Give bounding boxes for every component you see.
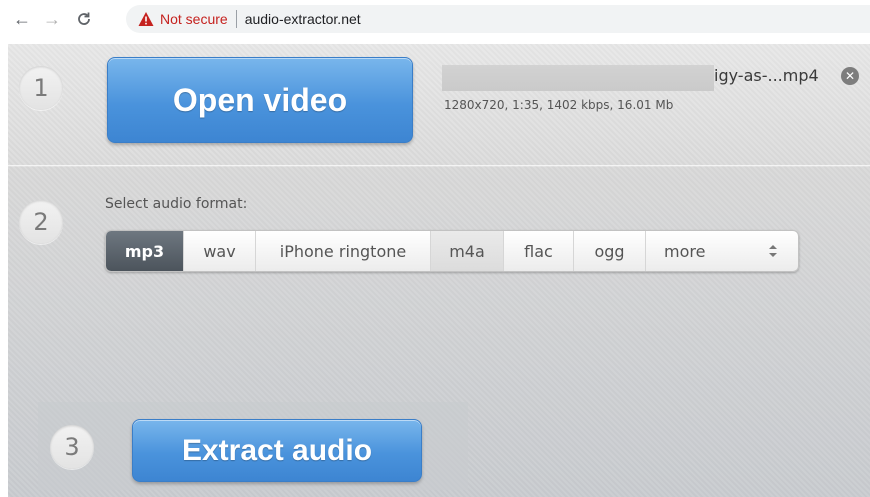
format-flac[interactable]: flac bbox=[504, 231, 574, 271]
browser-toolbar: ← → Not secure audio-extractor.net bbox=[0, 0, 870, 38]
extract-audio-button[interactable]: Extract audio bbox=[132, 419, 422, 482]
format-selector: mp3 wav iPhone ringtone m4a flac ogg mor… bbox=[105, 230, 799, 272]
forward-arrow-icon[interactable]: → bbox=[40, 7, 64, 31]
warning-icon bbox=[138, 12, 154, 26]
format-more-select[interactable]: more bbox=[646, 231, 798, 271]
format-mp3[interactable]: mp3 bbox=[106, 231, 184, 271]
format-iphone-ringtone[interactable]: iPhone ringtone bbox=[256, 231, 431, 271]
open-video-button[interactable]: Open video bbox=[107, 57, 413, 143]
step1-number: 1 bbox=[19, 66, 63, 110]
format-ogg[interactable]: ogg bbox=[574, 231, 646, 271]
not-secure-label[interactable]: Not secure bbox=[160, 11, 228, 27]
back-arrow-icon[interactable]: ← bbox=[10, 7, 34, 31]
address-bar[interactable]: Not secure audio-extractor.net bbox=[126, 5, 870, 33]
format-m4a[interactable]: m4a bbox=[431, 231, 504, 271]
step3-number: 3 bbox=[50, 425, 94, 469]
select-format-label: Select audio format: bbox=[105, 196, 248, 212]
page-content: 1 Open video igy-as-...mp4 ✕ 1280x720, 1… bbox=[8, 44, 870, 497]
step2-number: 2 bbox=[19, 200, 63, 244]
file-meta: 1280x720, 1:35, 1402 kbps, 16.01 Mb bbox=[444, 98, 674, 112]
updown-arrows-icon bbox=[768, 244, 778, 258]
step1-section: 1 Open video igy-as-...mp4 ✕ 1280x720, 1… bbox=[8, 44, 870, 166]
file-progress-bar bbox=[442, 65, 714, 91]
format-more-label: more bbox=[664, 241, 706, 261]
file-name: igy-as-...mp4 bbox=[714, 66, 819, 85]
close-icon[interactable]: ✕ bbox=[841, 67, 859, 85]
reload-icon[interactable] bbox=[72, 7, 96, 31]
omnibox-divider bbox=[235, 10, 237, 28]
url-text[interactable]: audio-extractor.net bbox=[245, 11, 361, 27]
format-wav[interactable]: wav bbox=[184, 231, 256, 271]
